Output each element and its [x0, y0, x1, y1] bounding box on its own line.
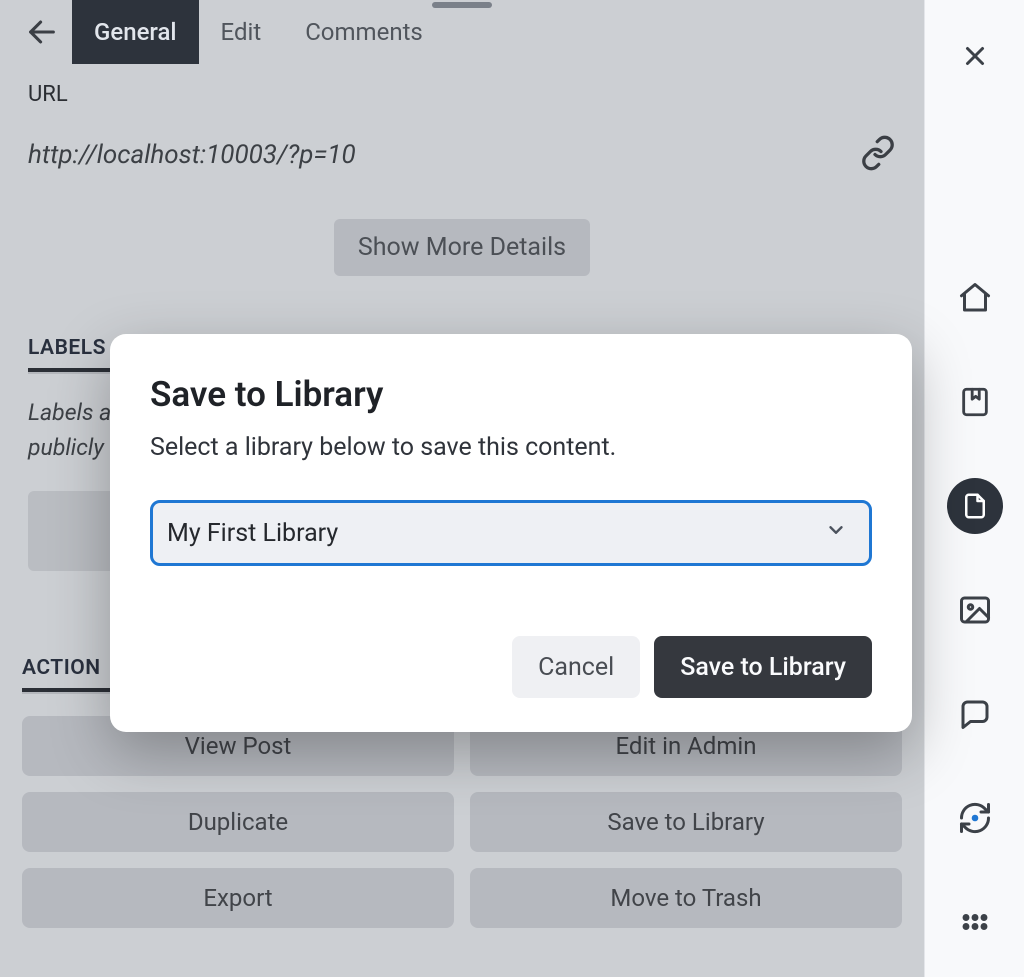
actions-grid: View Post Edit in Admin Duplicate Save t…: [22, 716, 902, 928]
tabs: General Edit Comments: [72, 0, 445, 64]
bookmark-button[interactable]: [947, 374, 1003, 430]
modal-actions: Cancel Save to Library: [150, 636, 872, 698]
move-trash-button[interactable]: Move to Trash: [470, 868, 902, 928]
chat-button[interactable]: [947, 686, 1003, 742]
bookmark-icon: [958, 385, 992, 419]
close-button[interactable]: [947, 28, 1003, 84]
tab-general[interactable]: General: [72, 0, 199, 64]
save-button[interactable]: Save to Library: [654, 636, 872, 698]
library-select[interactable]: My First Library: [150, 500, 872, 566]
modal-subtitle: Select a library below to save this cont…: [150, 433, 872, 462]
show-more-button[interactable]: Show More Details: [334, 219, 590, 276]
save-library-button[interactable]: Save to Library: [470, 792, 902, 852]
url-label: URL: [28, 82, 896, 107]
back-button[interactable]: [12, 0, 72, 64]
sync-button[interactable]: [947, 790, 1003, 846]
chat-icon: [957, 696, 993, 732]
url-row: http://localhost:10003/?p=10: [28, 135, 896, 175]
image-button[interactable]: [947, 582, 1003, 638]
cancel-button[interactable]: Cancel: [512, 636, 640, 698]
grid-icon: [957, 904, 993, 940]
home-icon: [957, 280, 993, 316]
arrow-left-icon: [25, 15, 59, 49]
document-button[interactable]: [947, 478, 1003, 534]
export-button[interactable]: Export: [22, 868, 454, 928]
tab-edit[interactable]: Edit: [199, 0, 284, 64]
url-value: http://localhost:10003/?p=10: [28, 140, 356, 170]
show-more-wrap: Show More Details: [28, 219, 896, 276]
chevron-down-icon: [825, 519, 847, 548]
sync-icon: [957, 800, 993, 836]
drag-handle[interactable]: [432, 2, 492, 8]
duplicate-button[interactable]: Duplicate: [22, 792, 454, 852]
top-bar: General Edit Comments: [0, 0, 924, 64]
image-icon: [957, 592, 993, 628]
home-button[interactable]: [947, 270, 1003, 326]
close-icon: [960, 41, 990, 71]
vertical-toolbar: [924, 0, 1024, 977]
link-icon[interactable]: [860, 135, 896, 175]
apps-button[interactable]: [947, 894, 1003, 950]
library-select-value: My First Library: [167, 519, 338, 548]
tab-comments[interactable]: Comments: [283, 0, 445, 64]
modal-title: Save to Library: [150, 374, 872, 415]
document-icon: [960, 491, 990, 521]
save-library-modal: Save to Library Select a library below t…: [110, 334, 912, 732]
